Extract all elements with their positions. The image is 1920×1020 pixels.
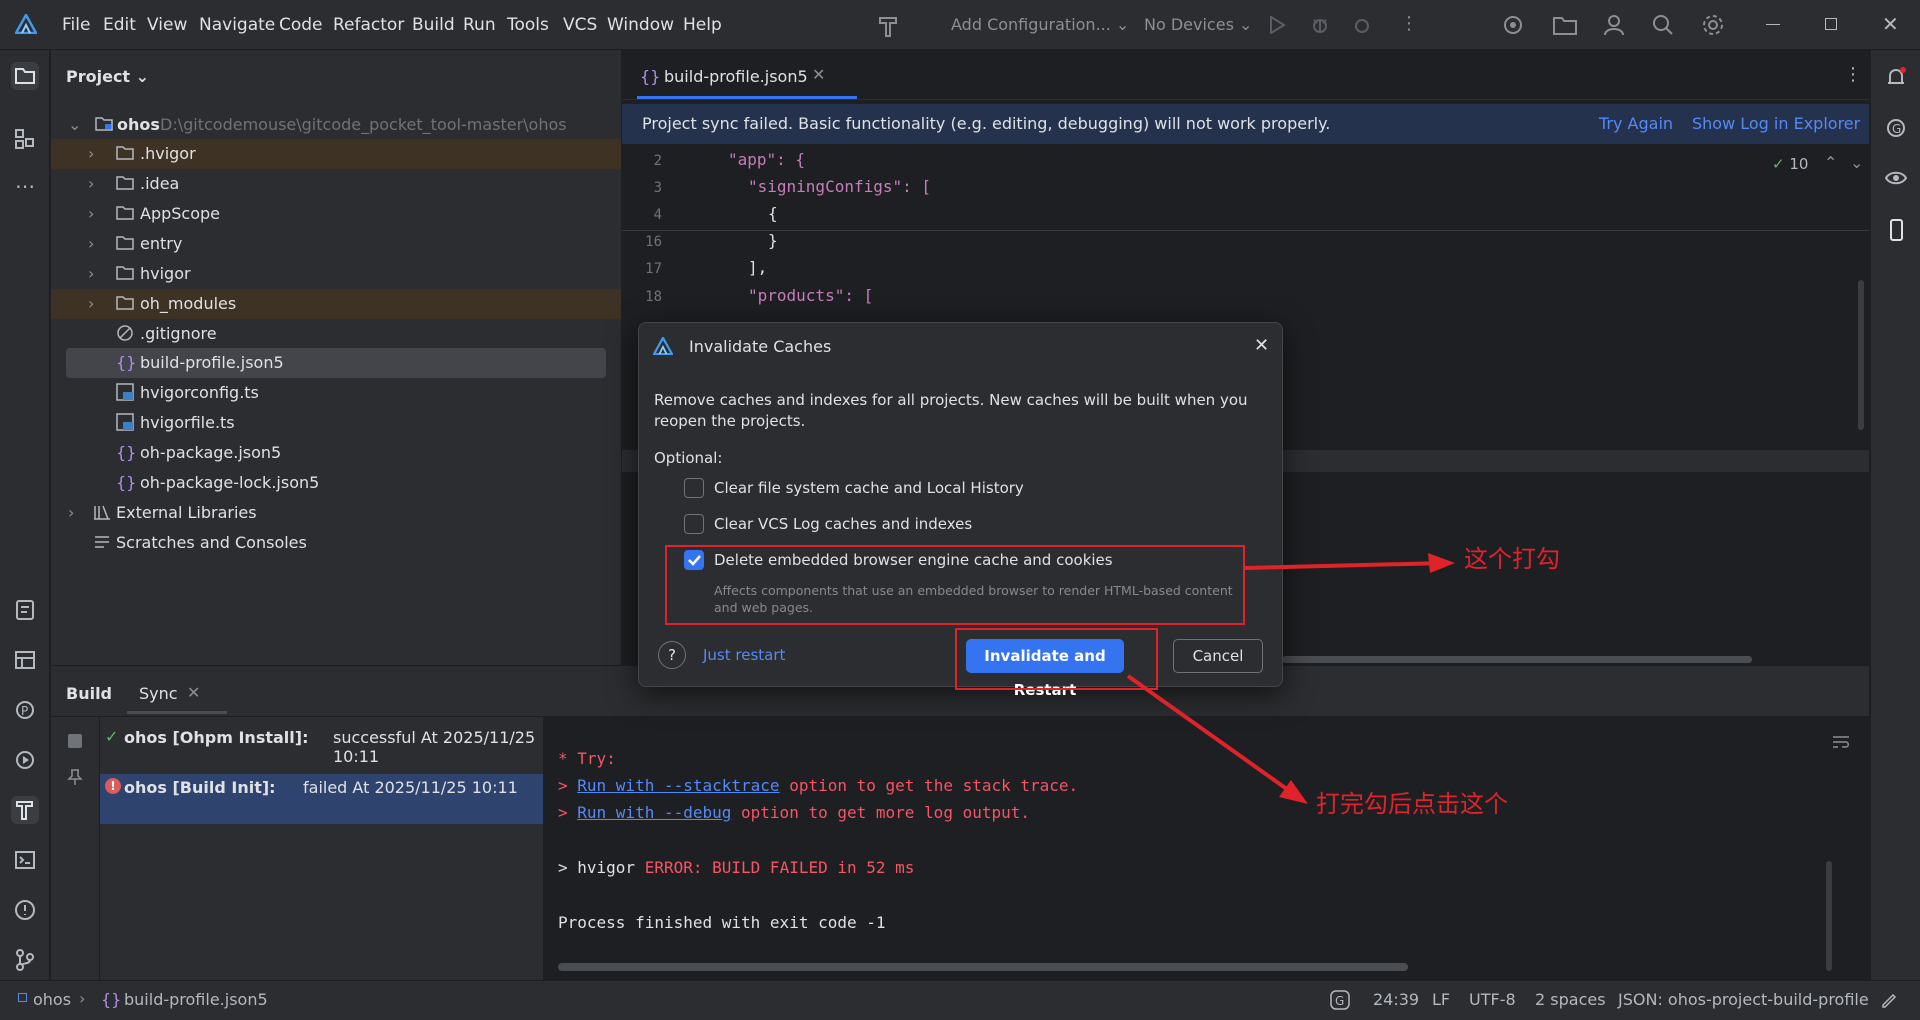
arrow-head-icon: [1428, 553, 1455, 573]
arrow-head-icon: [1279, 780, 1308, 804]
annotation-arrows: [1126, 553, 1455, 804]
annotation-check-note: 这个打勾: [1464, 545, 1560, 573]
annotation-click-note: 打完勾后点击这个: [1316, 790, 1508, 818]
